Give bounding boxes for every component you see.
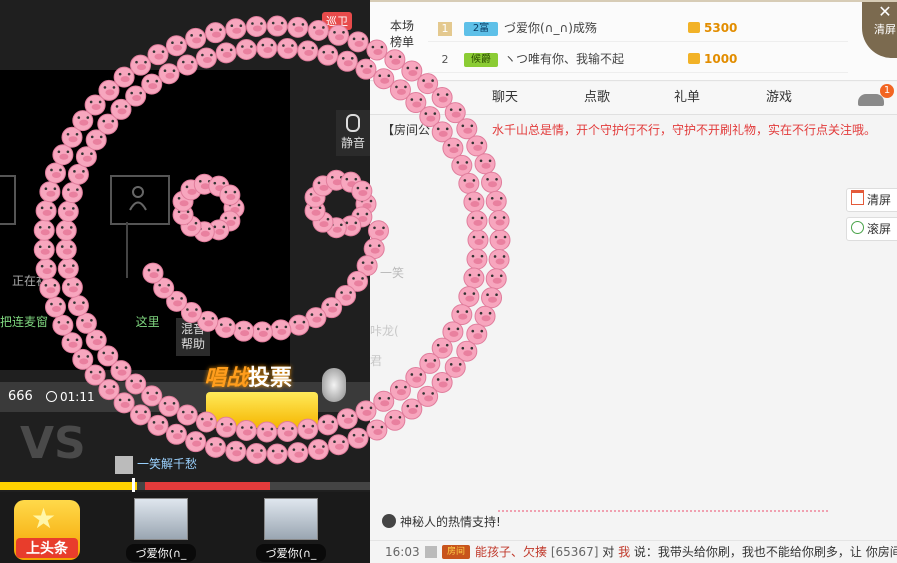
fan-avatar: [134, 498, 188, 540]
chat-target[interactable]: 我: [618, 545, 630, 559]
rank-value: 5300: [704, 21, 738, 35]
rank-user-name: づ爱你(∩_∩)成殇: [504, 21, 597, 35]
tab-gift[interactable]: 礼单: [674, 82, 700, 114]
microphone-icon: [346, 114, 360, 132]
connecting-text: 正在初: [12, 274, 49, 288]
clear-screen-corner-label: 清屏: [874, 23, 896, 36]
rank-row[interactable]: 1 2富 づ爱你(∩_∩)成殇 5300: [428, 15, 848, 42]
tab-chat[interactable]: 聊天: [492, 82, 518, 114]
pk-progress-fill: [0, 482, 137, 490]
headline-button[interactable]: ★ 上头条: [14, 500, 80, 560]
star-icon: ★: [31, 502, 57, 535]
image-icon[interactable]: [425, 546, 437, 558]
chat-to: 对: [602, 545, 615, 559]
faded-chat-text: 一笑: [380, 266, 405, 280]
vote-button[interactable]: [206, 392, 318, 428]
clock-icon: [46, 391, 57, 402]
vote-banner[interactable]: 唱战投票: [204, 356, 356, 446]
close-icon: ✕: [878, 2, 892, 21]
room-medal-badge: 房间: [442, 545, 470, 559]
chat-time: 16:03: [385, 545, 420, 559]
person-icon: [129, 186, 147, 211]
camera-connector: [126, 222, 128, 278]
pk-progress-bar: [0, 482, 370, 490]
car-count-badge: 1: [880, 84, 894, 98]
rank-level-badge: 候爵: [464, 52, 498, 67]
tab-song[interactable]: 点歌: [584, 82, 610, 114]
camera-slot-center[interactable]: [110, 175, 170, 225]
chat-panel: 本场榜单 1 2富 づ爱你(∩_∩)成殇 5300 2 候爵 ヽつ唯有你、我输不起 1000…: [370, 0, 897, 563]
scroll-screen-label: 滚屏: [867, 222, 892, 236]
pk-timer-value: 01:11: [60, 390, 95, 404]
scroll-screen-button[interactable]: 滚屏: [846, 217, 897, 241]
clear-screen-button[interactable]: 清屏: [846, 188, 897, 212]
room-notice: 【房间公 水千山总是情，开个守护行不行，守护不开刷礼物，实在不行点关注哦。: [382, 122, 882, 138]
rank-user-name: ヽつ唯有你、我输不起: [504, 52, 625, 66]
fan-name: づ爱你(∩_: [256, 544, 326, 562]
mute-button[interactable]: 静音: [336, 110, 370, 156]
user-avatar: [115, 455, 133, 474]
clear-screen-label: 清屏: [867, 193, 892, 207]
coin-icon: [688, 53, 700, 64]
mix-help-button[interactable]: 混音帮助: [176, 318, 210, 356]
rank-board: 本场榜单 1 2富 づ爱你(∩_∩)成殇 5300 2 候爵 ヽつ唯有你、我输不起 1000: [370, 0, 897, 81]
pk-progress-opponent: [145, 482, 270, 490]
chat-says: 说：: [633, 545, 658, 559]
rank-board-label: 本场榜单: [390, 19, 415, 49]
mic-hint-text: 把连麦窗 这里: [0, 313, 160, 330]
top-separator: [370, 0, 897, 2]
chat-body: 能孩子、欠揍 [65367] 对 我 说：我带头给你刷，我也不能给你刷多，让 你…: [475, 541, 897, 563]
rank-value: 1000: [704, 52, 738, 66]
support-text: 神秘人的热情支持!: [400, 515, 501, 529]
camera-slot-left[interactable]: [0, 175, 16, 225]
vote-title: 唱战投票: [204, 360, 292, 392]
mic-hint-tail: 这里: [135, 315, 160, 329]
car-icon[interactable]: [858, 94, 884, 106]
vs-label: VS: [20, 418, 86, 469]
vote-title-prefix: 唱战: [204, 366, 249, 391]
faded-chat-text: 君: [370, 354, 383, 368]
pk-score: 666: [8, 389, 33, 404]
rank-number: 2: [441, 52, 449, 66]
trash-icon: [851, 190, 864, 205]
mic-hint-head: 把连麦窗: [0, 315, 49, 329]
video-stage: 正在初 把连麦窗 这里: [0, 70, 290, 370]
pk-timer: 01:11: [46, 390, 95, 404]
mute-label: 静音: [340, 136, 365, 150]
headline-label: 上头条: [16, 538, 78, 558]
coin-icon: [688, 22, 700, 33]
faded-chat-text: 咔龙(: [370, 324, 399, 338]
dotted-separator: [498, 510, 828, 514]
rank-row[interactable]: 2 候爵 ヽつ唯有你、我输不起 1000: [428, 46, 848, 73]
fan-avatar: [264, 498, 318, 540]
rank-number: 1: [438, 21, 452, 36]
vs-user-tag[interactable]: 一笑解千愁: [115, 454, 265, 474]
room-notice-prefix: 【房间公: [382, 123, 431, 137]
room-notice-text: 水千山总是情，开个守护行不行，守护不开刷礼物，实在不行点关注哦。: [492, 123, 877, 137]
fan-card[interactable]: づ爱你(∩_: [256, 498, 326, 562]
chat-message-text: 我带头给你刷，我也不能给你刷多，让 你房间人: [657, 545, 897, 559]
rank-level-badge: 2富: [464, 21, 498, 36]
chat-tabs: 聊天 点歌 礼单 游戏 1: [370, 82, 897, 115]
chat-user-name[interactable]: 能孩子、欠揍: [475, 545, 547, 559]
vs-user-name: 一笑解千愁: [137, 457, 198, 471]
microphone-prop-icon: [322, 368, 346, 402]
support-message: 神秘人的热情支持!: [382, 513, 501, 530]
mystery-user-icon: [382, 514, 396, 528]
fan-name: づ爱你(∩_: [126, 544, 196, 562]
vote-title-suffix: 投票: [248, 366, 293, 391]
video-panel: 正在初 把连麦窗 这里 巡卫 静音 混音帮助 666 01:11 VS 唱战投票…: [0, 0, 370, 563]
chat-user-id: [65367]: [550, 545, 599, 559]
hot-tag-badge: 巡卫: [322, 12, 352, 30]
chat-message: 16:03 房间 能孩子、欠揍 [65367] 对 我 说：我带头给你刷，我也不…: [370, 540, 897, 563]
check-circle-icon: [851, 221, 864, 234]
tab-game[interactable]: 游戏: [766, 82, 792, 114]
fan-card[interactable]: づ爱你(∩_: [126, 498, 196, 562]
